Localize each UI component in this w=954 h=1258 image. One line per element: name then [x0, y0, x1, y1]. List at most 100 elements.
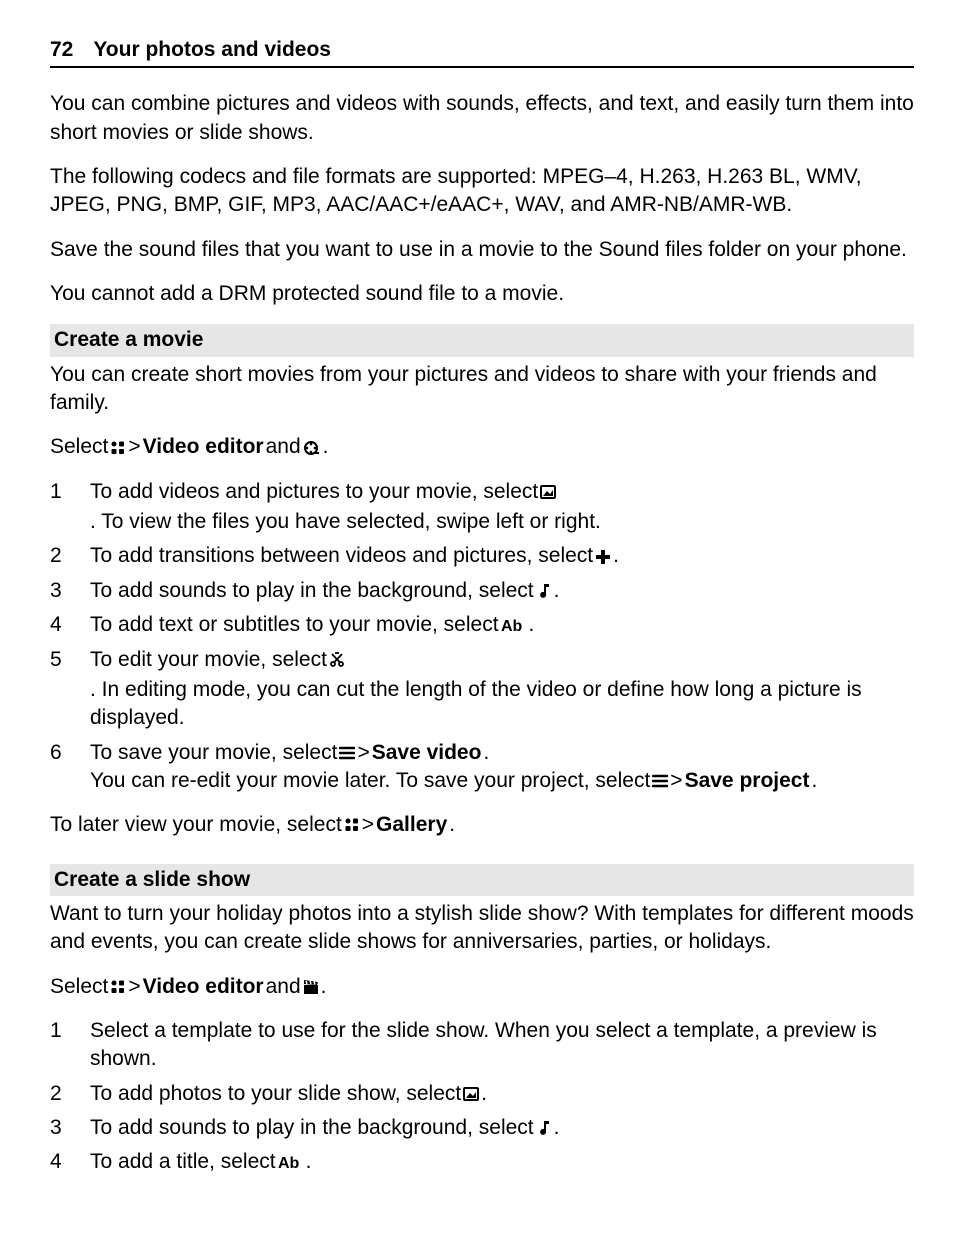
text: >: [128, 973, 140, 1001]
step-number: 5: [50, 646, 72, 733]
text: Select: [50, 433, 108, 461]
step-body: To add sounds to play in the background,…: [90, 577, 914, 605]
step-body: To add text or subtitles to your movie, …: [90, 611, 914, 639]
text: .: [613, 542, 619, 570]
plus-icon: [595, 549, 611, 565]
step-number: 4: [50, 1148, 72, 1176]
step-number: 4: [50, 611, 72, 639]
list-item: 1 To add videos and pictures to your mov…: [50, 478, 914, 537]
step-number: 6: [50, 739, 72, 796]
step-number: 3: [50, 1114, 72, 1142]
text: To add videos and pictures to your movie…: [90, 478, 538, 506]
menu-icon: [652, 773, 668, 789]
film-reel-icon: [303, 440, 321, 456]
text: To save your movie, select: [90, 739, 337, 767]
page-header: 72 Your photos and videos: [50, 36, 914, 68]
text: .: [554, 1114, 560, 1142]
intro-paragraph-2: The following codecs and file formats ar…: [50, 163, 914, 220]
text: >: [357, 739, 369, 767]
list-item: 2 To add photos to your slide show, sele…: [50, 1080, 914, 1108]
apps-icon: [344, 817, 360, 833]
list-item: 4 To add text or subtitles to your movie…: [50, 611, 914, 639]
text: Select: [50, 973, 108, 1001]
text: To later view your movie, select: [50, 811, 342, 839]
music-note-icon: [536, 1120, 552, 1136]
list-item: 3 To add sounds to play in the backgroun…: [50, 1114, 914, 1142]
video-editor-label: Video editor: [143, 433, 264, 461]
step-body: To add transitions between videos and pi…: [90, 542, 914, 570]
text: .: [323, 433, 329, 461]
text: >: [362, 811, 374, 839]
apps-icon: [110, 979, 126, 995]
step-body: To add sounds to play in the background,…: [90, 1114, 914, 1142]
apps-icon: [110, 440, 126, 456]
video-editor-label: Video editor: [143, 973, 264, 1001]
step-number: 3: [50, 577, 72, 605]
text: .: [449, 811, 455, 839]
text: .: [529, 611, 535, 639]
scissors-icon: [329, 652, 345, 668]
text: To add text or subtitles to your movie, …: [90, 611, 499, 639]
slideshow-intro: Want to turn your holiday photos into a …: [50, 900, 914, 957]
text: To add a title, select: [90, 1148, 276, 1176]
text-ab-icon: [501, 617, 527, 633]
movie-later-view: To later view your movie, select > Galle…: [50, 811, 455, 839]
music-note-icon: [536, 583, 552, 599]
save-project-label: Save project: [685, 767, 810, 795]
step-body: To add a title, select .: [90, 1148, 914, 1176]
list-item: 2 To add transitions between videos and …: [50, 542, 914, 570]
intro-paragraph-1: You can combine pictures and videos with…: [50, 90, 914, 147]
text: .: [321, 973, 327, 1001]
step-number: 2: [50, 542, 72, 570]
image-icon: [540, 484, 556, 500]
menu-icon: [339, 745, 355, 761]
text: To edit your movie, select: [90, 646, 327, 674]
text: .: [306, 1148, 312, 1176]
gallery-label: Gallery: [376, 811, 447, 839]
text: and: [266, 973, 301, 1001]
step-body: To add photos to your slide show, select…: [90, 1080, 914, 1108]
text-ab-icon: [278, 1154, 304, 1170]
step-body: To edit your movie, select . In editing …: [90, 646, 914, 733]
text: .: [554, 577, 560, 605]
clapperboard-icon: [303, 979, 319, 995]
text: You can re-edit your movie later. To sav…: [90, 767, 650, 795]
movie-steps: 1 To add videos and pictures to your mov…: [50, 478, 914, 795]
text: >: [128, 433, 140, 461]
step-body: To add videos and pictures to your movie…: [90, 478, 914, 537]
page-title: Your photos and videos: [93, 36, 331, 64]
step-number: 1: [50, 1017, 72, 1074]
text: >: [670, 767, 682, 795]
step-body: To save your movie, select > Save video …: [90, 739, 914, 796]
list-item: 6 To save your movie, select > Save vide…: [50, 739, 914, 796]
section-heading-create-movie: Create a movie: [50, 324, 914, 356]
text: To add photos to your slide show, select: [90, 1080, 461, 1108]
step-number: 2: [50, 1080, 72, 1108]
text: and: [266, 433, 301, 461]
document-page: 72 Your photos and videos You can combin…: [0, 0, 954, 1229]
text: .: [811, 767, 817, 795]
text: . To view the files you have selected, s…: [90, 508, 601, 536]
page-number: 72: [50, 36, 73, 64]
slideshow-steps: 1 Select a template to use for the slide…: [50, 1017, 914, 1177]
step-number: 1: [50, 478, 72, 537]
text: To add sounds to play in the background,…: [90, 577, 534, 605]
intro-paragraph-4: You cannot add a DRM protected sound fil…: [50, 280, 914, 308]
text: . In editing mode, you can cut the lengt…: [90, 676, 914, 733]
text: To add sounds to play in the background,…: [90, 1114, 534, 1142]
text: To add transitions between videos and pi…: [90, 542, 593, 570]
list-item: 1 Select a template to use for the slide…: [50, 1017, 914, 1074]
movie-intro: You can create short movies from your pi…: [50, 361, 914, 418]
intro-paragraph-3: Save the sound files that you want to us…: [50, 236, 914, 264]
list-item: 5 To edit your movie, select . In editin…: [50, 646, 914, 733]
text: .: [481, 1080, 487, 1108]
slideshow-select-line: Select > Video editor and .: [50, 973, 327, 1001]
list-item: 4 To add a title, select .: [50, 1148, 914, 1176]
image-icon: [463, 1086, 479, 1102]
save-video-label: Save video: [372, 739, 482, 767]
step-body: Select a template to use for the slide s…: [90, 1017, 914, 1074]
section-heading-create-slideshow: Create a slide show: [50, 864, 914, 896]
movie-select-line: Select > Video editor and .: [50, 433, 329, 461]
text: .: [483, 739, 489, 767]
list-item: 3 To add sounds to play in the backgroun…: [50, 577, 914, 605]
